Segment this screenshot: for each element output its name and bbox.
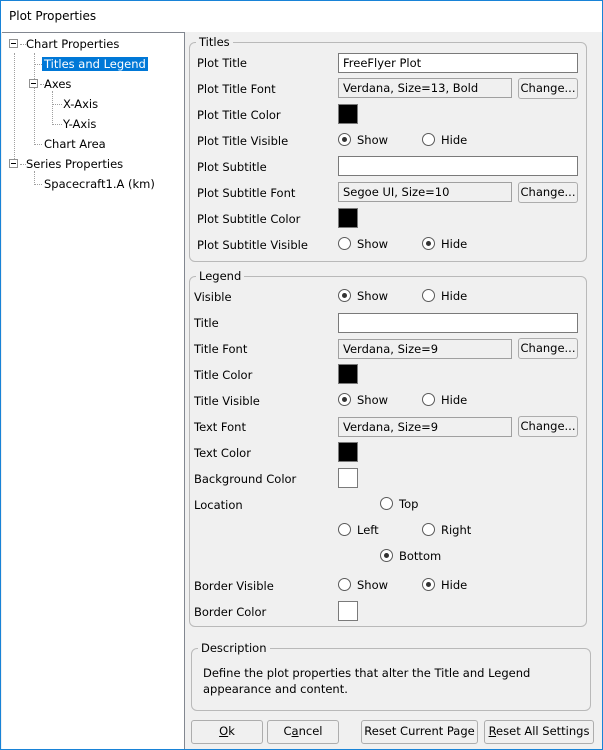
tree-connector [34,144,42,145]
plot-subtitle-input[interactable] [338,156,578,176]
legend-border-color-swatch[interactable] [338,601,358,621]
legend-title-label: Title [194,316,219,330]
plot-properties-dialog: Plot Properties Chart Properties Titles … [0,0,603,750]
properties-tree[interactable]: Chart Properties Titles and Legend Axes … [2,32,185,749]
description-group: Description Define the plot properties t… [191,641,591,711]
legend-title-font-field: Verdana, Size=9 [338,339,512,359]
tree-node-series-properties[interactable]: Series Properties [24,155,125,173]
plot-title-color-label: Plot Title Color [197,108,281,122]
tree-node-spacecraft1-a[interactable]: Spacecraft1.A (km) [42,175,157,193]
radio-checked-icon [338,133,351,146]
radio-unchecked-icon [422,289,435,302]
plot-title-visible-label: Plot Title Visible [197,134,289,148]
radio-unchecked-icon [422,393,435,406]
radio-checked-icon [338,289,351,302]
legend-title-color-swatch[interactable] [338,364,358,384]
titles-group: Titles Plot Title FreeFlyer Plot Plot Ti… [189,35,587,262]
legend-border-visible-label: Border Visible [194,579,274,593]
legend-title-color-label: Title Color [194,368,253,382]
legend-visible-label: Visible [194,290,232,304]
legend-group-label: Legend [196,269,245,283]
plot-title-font-change-button[interactable]: Change... [518,78,578,99]
plot-subtitle-color-label: Plot Subtitle Color [197,212,301,226]
radio-checked-icon [422,237,435,250]
legend-border-hide-radio[interactable]: Hide [422,577,467,593]
legend-background-color-swatch[interactable] [338,468,358,488]
radio-checked-icon [380,549,393,562]
legend-border-show-radio[interactable]: Show [338,577,388,593]
reset-current-page-button[interactable]: Reset Current Page [361,720,478,744]
tree-connector [52,91,53,125]
legend-location-bottom-radio[interactable]: Bottom [380,548,441,564]
tree-node-y-axis[interactable]: Y-Axis [61,115,98,133]
plot-subtitle-label: Plot Subtitle [197,160,267,174]
legend-title-show-radio[interactable]: Show [338,392,388,408]
legend-text-font-change-button[interactable]: Change... [518,416,578,437]
plot-title-input[interactable]: FreeFlyer Plot [338,53,578,73]
legend-title-visible-label: Title Visible [194,394,260,408]
legend-location-top-radio[interactable]: Top [380,496,418,512]
plot-subtitle-font-label: Plot Subtitle Font [197,186,296,200]
collapse-icon[interactable] [29,79,38,88]
legend-title-font-change-button[interactable]: Change... [518,338,578,359]
radio-checked-icon [338,393,351,406]
tree-node-chart-area[interactable]: Chart Area [42,135,108,153]
plot-title-label: Plot Title [197,56,247,70]
radio-unchecked-icon [422,523,435,536]
legend-text-color-swatch[interactable] [338,442,358,462]
tree-connector [14,53,15,165]
legend-visible-hide-radio[interactable]: Hide [422,288,467,304]
window-title: Plot Properties [9,9,97,23]
legend-location-right-radio[interactable]: Right [422,522,471,538]
reset-all-settings-button[interactable]: Reset All Settings [484,720,594,744]
tree-node-chart-properties[interactable]: Chart Properties [24,35,121,53]
legend-title-hide-radio[interactable]: Hide [422,392,467,408]
tree-connector [34,64,42,65]
title-bar: Plot Properties [1,1,602,32]
radio-unchecked-icon [422,133,435,146]
tree-node-axes[interactable]: Axes [42,75,73,93]
legend-text-font-label: Text Font [194,420,246,434]
plot-title-show-radio[interactable]: Show [338,132,388,148]
plot-subtitle-font-change-button[interactable]: Change... [518,182,578,203]
description-text: Define the plot properties that alter th… [203,666,531,696]
radio-unchecked-icon [338,237,351,250]
legend-border-color-label: Border Color [194,605,267,619]
collapse-icon[interactable] [9,159,18,168]
legend-title-font-label: Title Font [194,342,248,356]
legend-location-left-radio[interactable]: Left [338,522,379,538]
plot-subtitle-show-radio[interactable]: Show [338,236,388,252]
legend-location-label: Location [194,498,243,512]
legend-text-font-field: Verdana, Size=9 [338,417,512,437]
tree-connector [34,171,35,185]
tree-connector [34,53,35,145]
description-group-label: Description [198,641,270,655]
plot-subtitle-color-swatch[interactable] [338,208,358,228]
tree-connector [34,184,42,185]
plot-title-hide-radio[interactable]: Hide [422,132,467,148]
legend-title-input[interactable] [338,313,578,333]
plot-title-color-swatch[interactable] [338,104,358,124]
radio-unchecked-icon [338,523,351,536]
titles-group-label: Titles [196,35,233,49]
plot-subtitle-visible-label: Plot Subtitle Visible [197,238,308,252]
legend-text-color-label: Text Color [194,446,251,460]
plot-subtitle-hide-radio[interactable]: Hide [422,236,467,252]
plot-subtitle-font-field: Segoe UI, Size=10 [338,182,512,202]
tree-node-x-axis[interactable]: X-Axis [61,95,100,113]
plot-title-font-label: Plot Title Font [197,82,276,96]
radio-unchecked-icon [338,578,351,591]
legend-background-color-label: Background Color [194,472,297,486]
radio-checked-icon [422,578,435,591]
radio-unchecked-icon [380,497,393,510]
ok-button[interactable]: Ok [191,720,263,744]
collapse-icon[interactable] [9,39,18,48]
legend-visible-show-radio[interactable]: Show [338,288,388,304]
plot-title-font-field: Verdana, Size=13, Bold [338,78,512,98]
cancel-button[interactable]: Cancel [267,720,339,744]
legend-group: Legend Visible Show Hide Title Title Fon… [189,269,587,627]
tree-node-titles-and-legend[interactable]: Titles and Legend [42,55,148,73]
